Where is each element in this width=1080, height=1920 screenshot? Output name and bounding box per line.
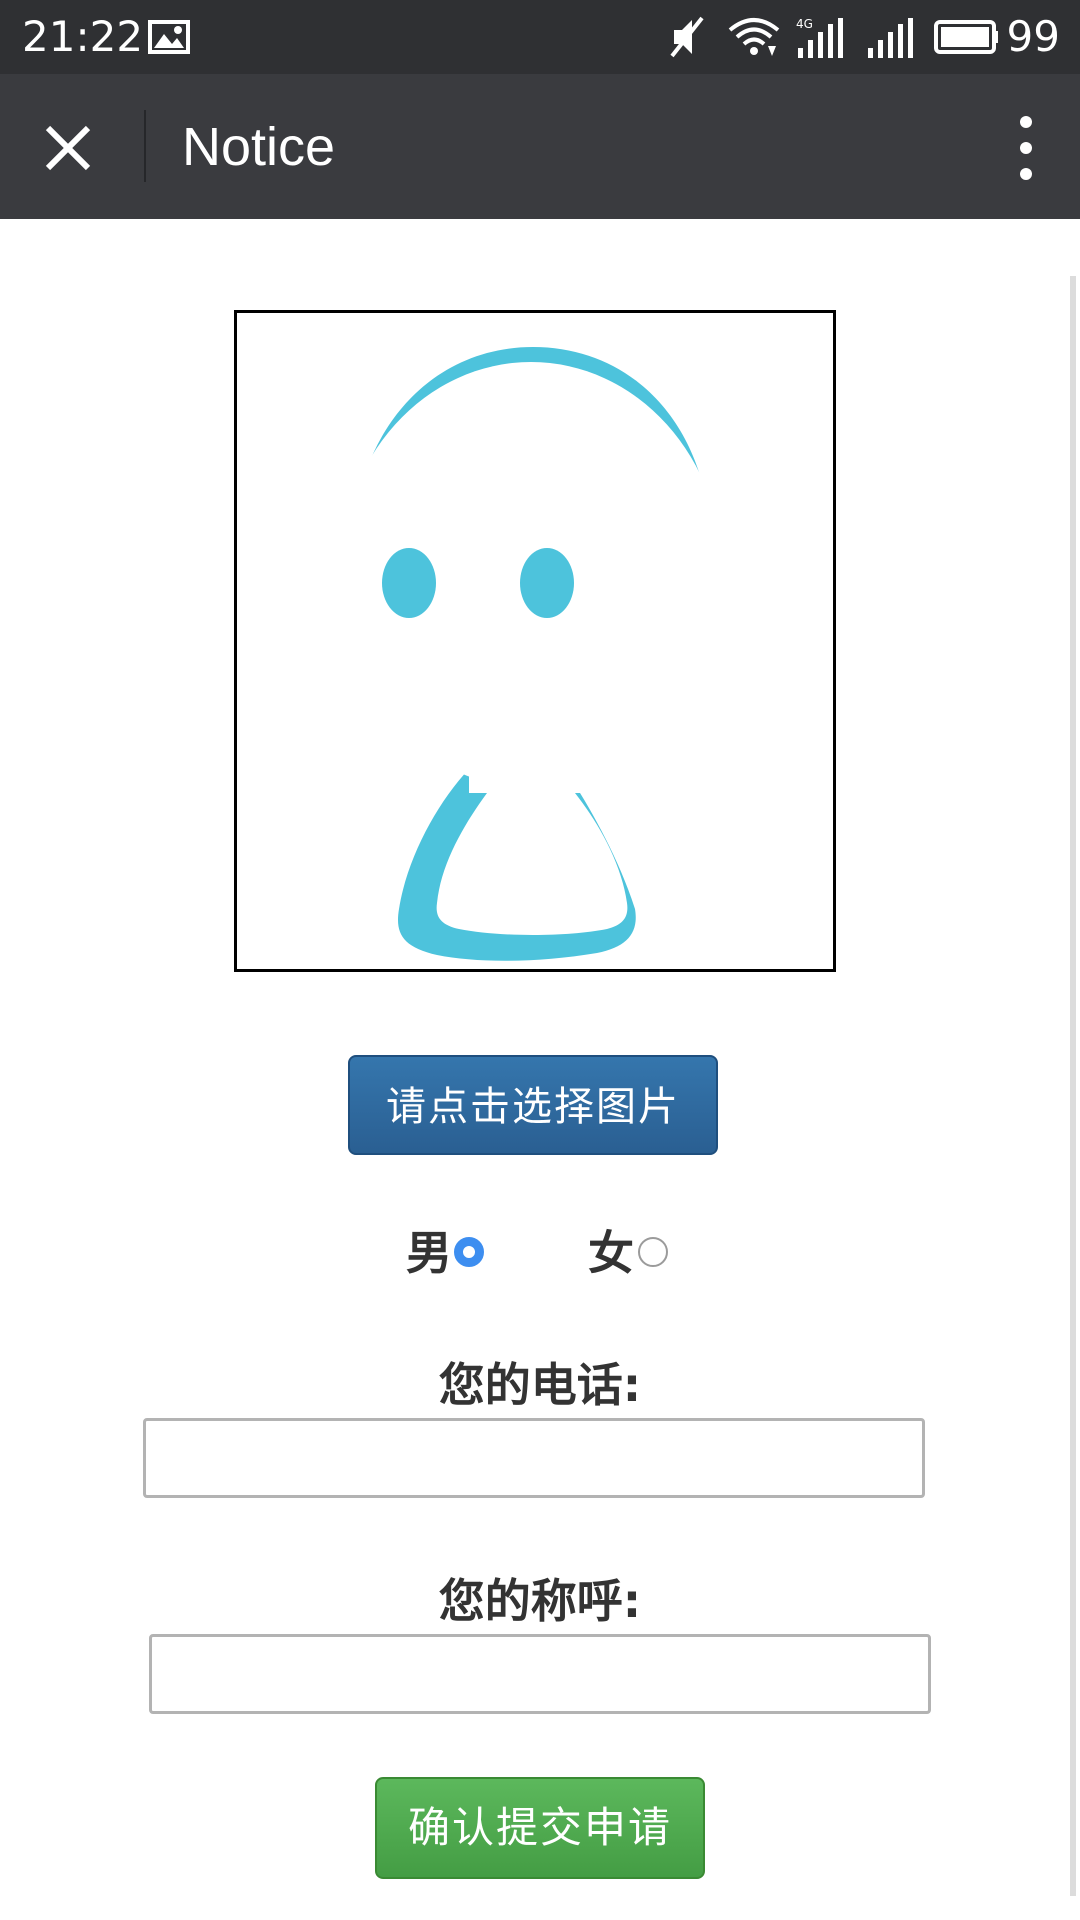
scrollbar[interactable]	[1070, 276, 1076, 1896]
name-label: 您的称呼:	[438, 1574, 642, 1628]
network-label: 4G	[796, 17, 813, 31]
close-button[interactable]	[32, 112, 112, 182]
mute-icon	[668, 16, 708, 62]
signal-icon	[864, 16, 916, 64]
pick-image-button[interactable]: 请点击选择图片	[348, 1055, 718, 1155]
nav-divider	[144, 110, 146, 182]
image-icon	[148, 20, 190, 58]
battery-percent: 99	[1006, 12, 1060, 61]
battery-icon	[934, 20, 1000, 58]
gender-selector: 男 女	[0, 1221, 1080, 1285]
name-input[interactable]	[149, 1634, 931, 1714]
submit-button[interactable]: 确认提交申请	[375, 1777, 705, 1879]
gender-female-radio[interactable]	[638, 1237, 668, 1267]
4g-signal-icon: 4G	[794, 16, 846, 64]
close-icon	[45, 125, 91, 171]
gender-male-radio[interactable]	[454, 1237, 484, 1267]
phone-label: 您的电话:	[438, 1358, 642, 1412]
avatar-placeholder-icon	[339, 347, 723, 961]
status-time: 21:22	[22, 12, 144, 61]
page-content: 请点击选择图片 男 女 您的电话: 您的称呼: 确认提交申请	[0, 219, 1080, 1920]
gender-male-label: 男	[406, 1226, 452, 1280]
more-button[interactable]	[996, 106, 1056, 190]
status-bar: 21:22 4G 99	[0, 0, 1080, 74]
gender-female-label: 女	[588, 1226, 634, 1280]
avatar-preview[interactable]	[234, 310, 836, 972]
phone-input[interactable]	[143, 1418, 925, 1498]
wifi-icon	[728, 16, 780, 62]
more-vertical-icon	[1020, 116, 1032, 180]
page-title: Notice	[182, 117, 336, 177]
nav-bar: Notice	[0, 74, 1080, 219]
